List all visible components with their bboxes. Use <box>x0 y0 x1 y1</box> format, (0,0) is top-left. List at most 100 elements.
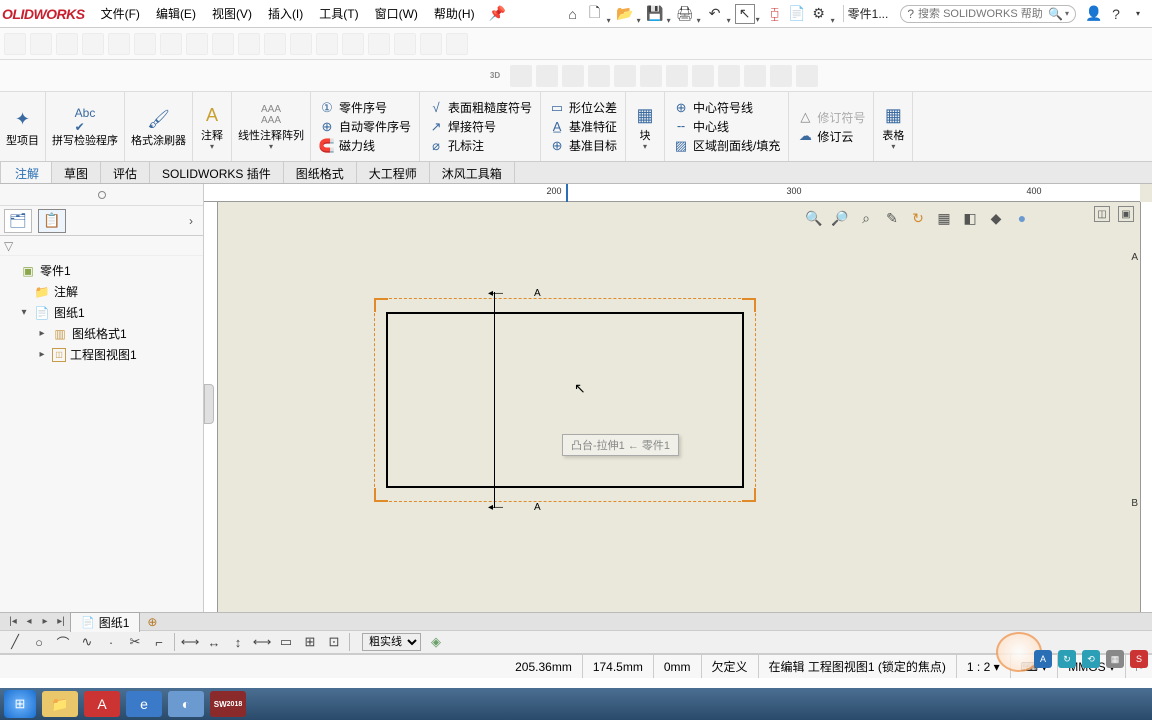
qt1-btn[interactable] <box>82 33 104 55</box>
side-tab-feature[interactable]: 🗂 <box>4 209 32 233</box>
qt2-btn[interactable] <box>718 65 740 87</box>
ribbon-rev-symbol[interactable]: △修订符号 <box>793 108 869 127</box>
search-input[interactable] <box>918 8 1048 20</box>
zoom-fit-icon[interactable]: 🔍 <box>804 208 824 228</box>
dim-tool-icon[interactable]: ⟷ <box>253 633 271 651</box>
dim-tool-icon[interactable]: ⊡ <box>325 633 343 651</box>
qt2-btn[interactable] <box>588 65 610 87</box>
qt2-btn[interactable] <box>770 65 792 87</box>
help-dd-icon[interactable]: ▾ <box>1128 4 1148 24</box>
ribbon-datum-target[interactable]: ⊕基准目标 <box>545 136 621 155</box>
qt2-btn[interactable] <box>562 65 584 87</box>
side-tab-property[interactable]: 📋 <box>38 209 66 233</box>
sheet-nav-last-icon[interactable]: ▸| <box>54 616 68 627</box>
menu-view[interactable]: 视图(V) <box>204 1 260 26</box>
tab-evaluate[interactable]: 评估 <box>101 162 150 183</box>
panel-expand-icon[interactable]: › <box>183 214 199 228</box>
tab-mufeng[interactable]: 沐风工具箱 <box>430 162 515 183</box>
qt1-btn[interactable] <box>30 33 52 55</box>
qt1-btn[interactable] <box>264 33 286 55</box>
sheet-tab-1[interactable]: 📄图纸1 <box>70 612 140 632</box>
ribbon-tables[interactable]: ▦ 表格 ▾ <box>874 92 913 161</box>
taskbar-pdf-icon[interactable]: A <box>84 691 120 717</box>
ribbon-centerline[interactable]: ╌中心线 <box>669 117 733 136</box>
qt2-btn[interactable] <box>640 65 662 87</box>
qt1-btn[interactable] <box>160 33 182 55</box>
search-dd-icon[interactable]: ▾ <box>1065 9 1069 18</box>
ribbon-balloon[interactable]: ①零件序号 <box>315 98 391 117</box>
help-icon[interactable]: ? <box>1106 4 1126 24</box>
dim-tool-icon[interactable]: ⊞ <box>301 633 319 651</box>
panel-btn-2[interactable]: ▣ <box>1118 206 1134 222</box>
tab-engineer[interactable]: 大工程师 <box>357 162 430 183</box>
ribbon-auto-balloon[interactable]: ⊕自动零件序号 <box>315 117 415 136</box>
ribbon-magnetic-line[interactable]: 🧲磁力线 <box>315 136 379 155</box>
zoom-prev-icon[interactable]: ⌕ <box>856 208 876 228</box>
ribbon-spell[interactable]: Abc✔ 拼写检验程序 <box>46 92 125 161</box>
menu-window[interactable]: 窗口(W) <box>367 1 426 26</box>
qt1-btn[interactable] <box>368 33 390 55</box>
qt2-btn[interactable] <box>666 65 688 87</box>
dim-tool-icon[interactable]: ↔ <box>205 633 223 651</box>
panel-btn-1[interactable]: ◫ <box>1094 206 1110 222</box>
taskbar-explorer-icon[interactable]: 📁 <box>42 691 78 717</box>
qt2-btn[interactable] <box>614 65 636 87</box>
ribbon-block[interactable]: ▦ 块 ▾ <box>626 92 665 161</box>
start-button[interactable]: ⊞ <box>4 690 36 718</box>
ribbon-rev-cloud[interactable]: ☁修订云 <box>793 127 857 146</box>
qt2-btn[interactable] <box>744 65 766 87</box>
open-icon[interactable]: 📂 <box>615 4 635 24</box>
print-icon[interactable]: 🖨 <box>675 4 695 24</box>
ribbon-geo-tol[interactable]: ▭形位公差 <box>545 98 621 117</box>
line-style-select[interactable]: 粗实线 <box>362 633 421 651</box>
ribbon-weld-symbol[interactable]: ↗焊接符号 <box>424 117 500 136</box>
qt2-btn[interactable] <box>536 65 558 87</box>
circle-tool-icon[interactable]: ○ <box>30 633 48 651</box>
sheet-nav-prev-icon[interactable]: ◂ <box>22 616 36 627</box>
dim-tool-icon[interactable]: ▭ <box>277 633 295 651</box>
tab-sheet-format[interactable]: 图纸格式 <box>284 162 357 183</box>
tab-annotation[interactable]: 注解 <box>0 162 52 183</box>
select-icon[interactable]: ↖ <box>735 4 755 24</box>
new-icon[interactable]: 🗋 <box>585 4 605 24</box>
home-icon[interactable]: ⌂ <box>563 4 583 24</box>
search-icon[interactable]: 🔍 <box>1048 7 1063 21</box>
drawing-canvas[interactable]: 200 300 400 ◫ ▣ 🔍 🔎 ⌕ ✎ ↻ ▦ ◧ ◆ ● A B <box>204 184 1152 612</box>
qt1-btn[interactable] <box>56 33 78 55</box>
qt1-btn[interactable] <box>212 33 234 55</box>
qt1-btn[interactable] <box>108 33 130 55</box>
qt2-btn[interactable] <box>510 65 532 87</box>
options-icon[interactable]: ⚙ <box>809 4 829 24</box>
search-box[interactable]: ? 🔍 ▾ <box>900 5 1076 23</box>
ribbon-datum-feature[interactable]: A̲基准特征 <box>545 117 621 136</box>
save-icon[interactable]: 💾 <box>645 4 665 24</box>
undo-icon[interactable]: ↶ <box>705 4 725 24</box>
active-doc-label[interactable]: 零件1... <box>843 5 893 22</box>
qt1-btn[interactable] <box>290 33 312 55</box>
scene-icon[interactable]: ◆ <box>986 208 1006 228</box>
tree-sheet-format[interactable]: ▸▥图纸格式1 <box>0 323 203 344</box>
taskbar-browser-icon[interactable]: e <box>126 691 162 717</box>
menu-edit[interactable]: 编辑(E) <box>148 1 204 26</box>
part-outline[interactable] <box>386 312 744 488</box>
view-3d-icon[interactable]: 3D <box>484 71 506 80</box>
tree-view1[interactable]: ▸◫工程图视图1 <box>0 344 203 365</box>
ribbon-format-painter[interactable]: 🖌 格式涂刷器 <box>125 92 193 161</box>
menu-tools[interactable]: 工具(T) <box>311 1 366 26</box>
tree-annotations[interactable]: 📁注解 <box>0 281 203 302</box>
taskbar-solidworks-icon[interactable]: SW2018 <box>210 691 246 717</box>
line-tool-icon[interactable]: ╱ <box>6 633 24 651</box>
qt1-btn[interactable] <box>134 33 156 55</box>
ribbon-hatch[interactable]: ▨区域剖面线/填充 <box>669 136 784 155</box>
sidebar-collapse-handle[interactable] <box>204 384 214 424</box>
add-sheet-icon[interactable]: ⊕ <box>142 615 162 629</box>
ribbon-center-mark[interactable]: ⊕中心符号线 <box>669 98 757 117</box>
zoom-area-icon[interactable]: 🔎 <box>830 208 850 228</box>
appearance-icon[interactable]: ● <box>1012 208 1032 228</box>
qt2-btn[interactable] <box>796 65 818 87</box>
ribbon-linear-pattern[interactable]: AAAAAA 线性注释阵列 ▾ <box>232 92 311 161</box>
sheet-nav-next-icon[interactable]: ▸ <box>38 616 52 627</box>
rebuild-icon[interactable]: ⧮ <box>765 4 785 24</box>
qt1-btn[interactable] <box>446 33 468 55</box>
menu-file[interactable]: 文件(F) <box>93 1 148 26</box>
